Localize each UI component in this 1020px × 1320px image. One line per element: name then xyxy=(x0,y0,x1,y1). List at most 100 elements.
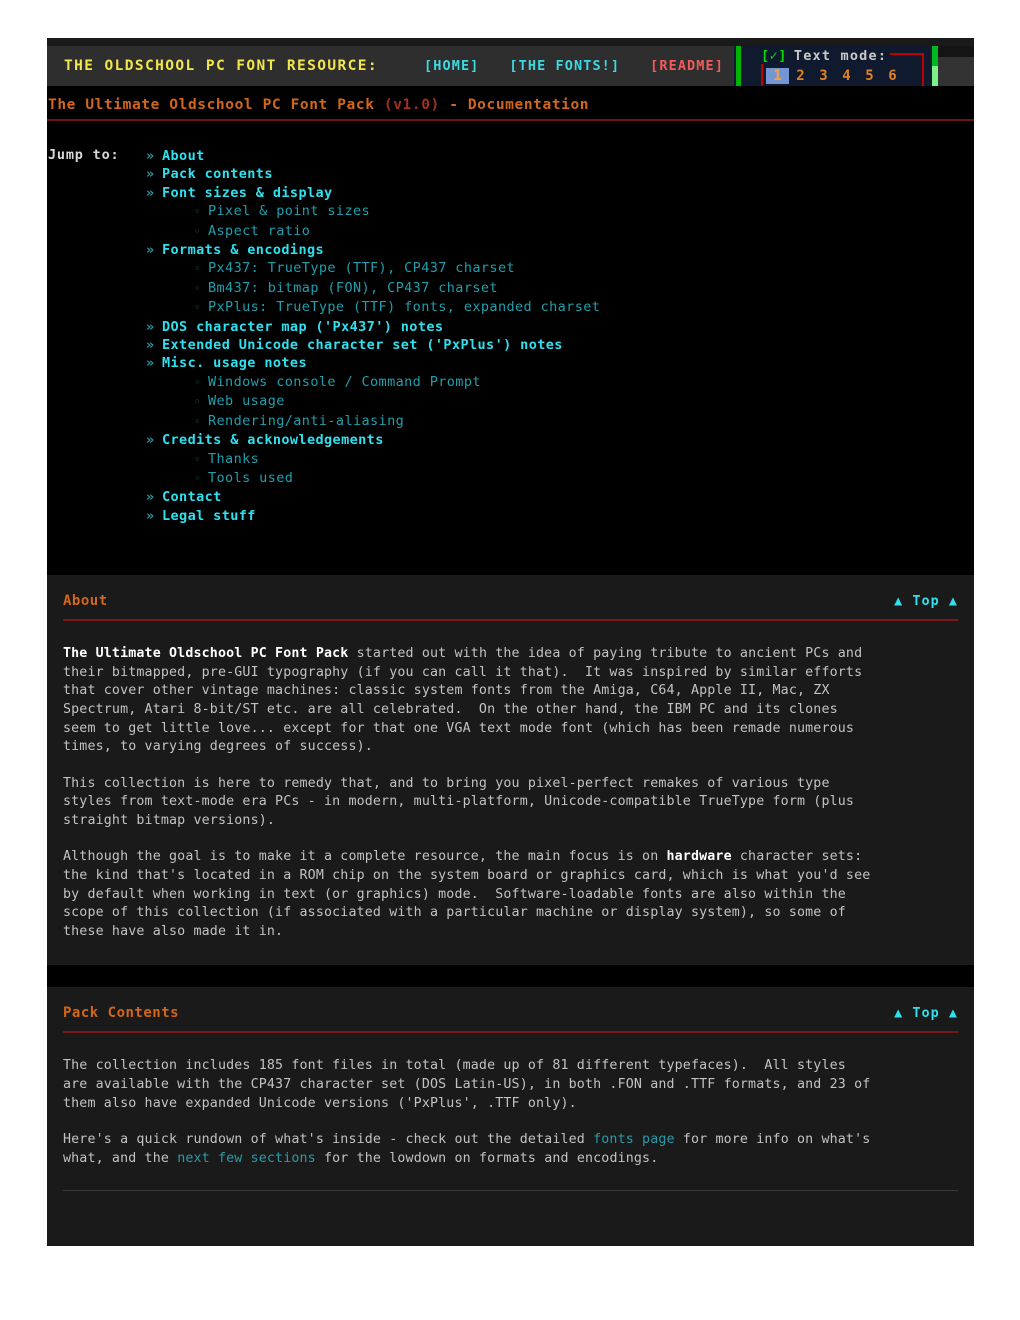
content-bottom-divider xyxy=(63,1190,958,1192)
toc-item[interactable]: ◦ Windows console / Command Prompt xyxy=(146,373,974,392)
nav-link-the-fonts[interactable]: [THE FONTS!] xyxy=(509,58,620,74)
site-brand-title: THE OLDSCHOOL PC FONT RESOURCE: xyxy=(64,58,379,74)
toc-bullet-chevron-icon: » xyxy=(146,432,155,449)
widget-header-row: [✓] Text mode: xyxy=(758,48,891,64)
page-title-main: The Ultimate Oldschool PC Font Pack xyxy=(48,97,384,113)
toc-item[interactable]: » Contact xyxy=(146,488,974,506)
about-section-body: The Ultimate Oldschool PC Font Pack star… xyxy=(63,621,958,945)
toc-list: » About » Pack contents » Font sizes & displa… xyxy=(146,147,974,525)
toc-item[interactable]: » Credits & acknowledgements xyxy=(146,431,974,449)
toc-bullet-chevron-icon: » xyxy=(146,507,155,524)
pack-contents-top-link[interactable]: ▲ Top ▲ xyxy=(894,1005,958,1021)
toc-item-label[interactable]: Pixel & point sizes xyxy=(208,202,370,220)
about-top-link[interactable]: ▲ Top ▲ xyxy=(894,593,958,609)
toc-item-label[interactable]: Thanks xyxy=(208,450,259,468)
text-mode-options: 1 2 3 4 5 6 xyxy=(766,68,904,84)
toc-item-label[interactable]: Misc. usage notes xyxy=(162,354,307,372)
text-mode-option-4[interactable]: 4 xyxy=(835,68,858,84)
toc-item[interactable]: ◦ Rendering/anti-aliasing xyxy=(146,412,974,431)
about-p3-text-a: Although the goal is to make it a comple… xyxy=(63,849,667,865)
toc-item-label[interactable]: Web usage xyxy=(208,392,285,410)
toc-item[interactable]: ◦ Px437: TrueType (TTF), CP437 charset xyxy=(146,259,974,278)
toc-item[interactable]: ◦ Thanks xyxy=(146,450,974,469)
toc-item-label[interactable]: Aspect ratio xyxy=(208,222,310,240)
section-gap-band-2 xyxy=(47,965,974,988)
toc-item-label[interactable]: Px437: TrueType (TTF), CP437 charset xyxy=(208,259,515,277)
text-mode-widget[interactable]: [✓] Text mode: 1 2 3 4 5 6 IBM VGA8 xyxy=(734,46,974,86)
pack-contents-section-title: Pack Contents xyxy=(63,1005,180,1022)
toc-item-label[interactable]: Font sizes & display xyxy=(162,184,333,202)
toc-bullet-chevron-icon: » xyxy=(146,242,155,259)
text-mode-option-5[interactable]: 5 xyxy=(858,68,881,84)
toc-bullet-circle-icon: ◦ xyxy=(194,205,201,219)
toc-item-label[interactable]: Rendering/anti-aliasing xyxy=(208,412,404,430)
toc-bullet-chevron-icon: » xyxy=(146,337,155,354)
toc-item[interactable]: ◦ Tools used xyxy=(146,469,974,488)
gutter-top-cap xyxy=(938,46,974,57)
text-mode-label: Text mode: xyxy=(793,48,888,64)
toc-item[interactable]: » Misc. usage notes xyxy=(146,354,974,372)
toc-item[interactable]: » Extended Unicode character set ('PxPlus… xyxy=(146,336,974,354)
toc-item-label[interactable]: Bm437: bitmap (FON), CP437 charset xyxy=(208,279,498,297)
page-title: The Ultimate Oldschool PC Font Pack (v1.… xyxy=(47,97,974,113)
toc-item-label[interactable]: Windows console / Command Prompt xyxy=(208,373,481,391)
toc-item-label[interactable]: Contact xyxy=(162,488,222,506)
toc-item[interactable]: » DOS character map ('Px437') notes xyxy=(146,318,974,336)
toc-item-label[interactable]: About xyxy=(162,147,205,165)
toc-item[interactable]: ◦ PxPlus: TrueType (TTF) fonts, expanded … xyxy=(146,298,974,317)
page-bottom-filler xyxy=(63,1195,958,1246)
toc-bullet-chevron-icon: » xyxy=(146,184,155,201)
toc-item[interactable]: ◦ Pixel & point sizes xyxy=(146,202,974,221)
toc-bullet-chevron-icon: » xyxy=(146,318,155,335)
title-divider xyxy=(47,119,974,121)
toc-item[interactable]: ◦ Aspect ratio xyxy=(146,222,974,241)
about-paragraph-1: The Ultimate Oldschool PC Font Pack star… xyxy=(63,645,958,757)
text-mode-option-1[interactable]: 1 xyxy=(766,68,789,84)
text-mode-option-6[interactable]: 6 xyxy=(881,68,904,84)
toc-item[interactable]: » Legal stuff xyxy=(146,507,974,525)
text-mode-option-3[interactable]: 3 xyxy=(812,68,835,84)
next-few-sections-link[interactable]: next few sections xyxy=(177,1151,316,1166)
toc-item-label[interactable]: PxPlus: TrueType (TTF) fonts, expanded c… xyxy=(208,298,600,316)
toc-item[interactable]: ◦ Bm437: bitmap (FON), CP437 charset xyxy=(146,279,974,298)
fonts-page-link[interactable]: fonts page xyxy=(593,1132,675,1147)
jump-to-section: Jump to: » About » Pack contents » Font sizes… xyxy=(47,127,974,554)
page-container: THE OLDSCHOOL PC FONT RESOURCE: [HOME] [… xyxy=(47,38,974,1246)
nav-link-readme[interactable]: [README] xyxy=(650,58,724,74)
toc-bullet-circle-icon: ◦ xyxy=(194,262,201,276)
text-mode-option-2[interactable]: 2 xyxy=(789,68,812,84)
toc-bullet-circle-icon: ◦ xyxy=(194,471,201,485)
text-mode-checkbox-icon[interactable]: [✓] xyxy=(761,48,787,64)
about-paragraph-3: Although the goal is to make it a comple… xyxy=(63,848,958,941)
toc-item[interactable]: ◦ Web usage xyxy=(146,392,974,411)
toc-bullet-circle-icon: ◦ xyxy=(194,301,201,315)
toc-item-label[interactable]: Formats & encodings xyxy=(162,241,324,259)
toc-item-label[interactable]: Tools used xyxy=(208,469,293,487)
page-title-suffix: - Documentation xyxy=(439,97,590,113)
pc-p2-text-a: Here's a quick rundown of what's inside … xyxy=(63,1132,594,1148)
toc-item[interactable]: » Formats & encodings xyxy=(146,241,974,259)
about-paragraph-2: This collection is here to remedy that, … xyxy=(63,775,855,828)
toc-item-label[interactable]: Extended Unicode character set ('PxPlus'… xyxy=(162,336,563,354)
toc-item-label[interactable]: Credits & acknowledgements xyxy=(162,431,384,449)
toc-bullet-circle-icon: ◦ xyxy=(194,395,201,409)
toc-bullet-circle-icon: ◦ xyxy=(194,224,201,238)
toc-item[interactable]: » Font sizes & display xyxy=(146,184,974,202)
toc-bullet-circle-icon: ◦ xyxy=(194,414,201,428)
pc-p2-text-c: for the lowdown on formats and encodings… xyxy=(315,1150,659,1166)
toc-item[interactable]: » Pack contents xyxy=(146,165,974,183)
section-gap-band xyxy=(47,553,974,576)
toc-item-label[interactable]: Legal stuff xyxy=(162,507,256,525)
toc-bullet-chevron-icon: » xyxy=(146,355,155,372)
about-section: About ▲ Top ▲ The Ultimate Oldschool PC … xyxy=(47,575,974,966)
widget-right-gutter xyxy=(938,46,974,86)
toc-item-label[interactable]: Pack contents xyxy=(162,165,273,183)
about-p3-bold: hardware xyxy=(666,849,732,865)
page-title-version: (v1.0) xyxy=(383,97,440,113)
toc-item-label[interactable]: DOS character map ('Px437') notes xyxy=(162,318,443,336)
toc-item[interactable]: » About xyxy=(146,147,974,165)
nav-link-home[interactable]: [HOME] xyxy=(424,58,479,74)
toc-bullet-circle-icon: ◦ xyxy=(194,281,201,295)
widget-left-rail xyxy=(736,46,741,86)
top-navigation-bar: THE OLDSCHOOL PC FONT RESOURCE: [HOME] [… xyxy=(47,38,974,86)
